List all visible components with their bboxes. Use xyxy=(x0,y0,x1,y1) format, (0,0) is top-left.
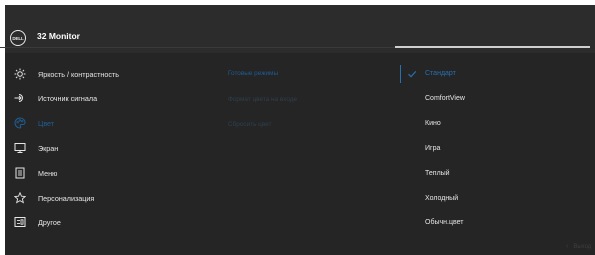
option-game[interactable]: Игра xyxy=(425,145,440,152)
input-source-icon xyxy=(14,92,26,104)
option-cool[interactable]: Холодный xyxy=(425,195,458,202)
menu-item-label: Яркость / контрастность xyxy=(38,69,119,79)
option-warm[interactable]: Теплый xyxy=(425,170,450,177)
checkmark-icon xyxy=(408,70,417,78)
color-palette-icon xyxy=(14,117,26,129)
menu-item-label: Другое xyxy=(38,217,61,227)
submenu-input-color-format[interactable]: Формат цвета на входе xyxy=(228,96,297,103)
submenu-preset-modes[interactable]: Готовые режимы xyxy=(228,70,278,77)
dell-logo: DELL xyxy=(10,30,26,46)
menu-item-personalize[interactable]: Персонализация xyxy=(14,191,214,205)
submenu-reset-color[interactable]: Сбросить цвет xyxy=(228,121,271,128)
header-divider-highlight xyxy=(395,46,590,48)
option-comfortview[interactable]: ComfortView xyxy=(425,95,465,102)
other-icon xyxy=(14,216,26,228)
exit-button[interactable]: ‹ Выход xyxy=(566,243,591,250)
menu-item-input-source[interactable]: Источник сигнала xyxy=(14,91,214,105)
menu-icon xyxy=(14,167,26,179)
menu-item-label: Источник сигнала xyxy=(38,93,98,103)
chevron-left-icon: ‹ xyxy=(566,243,569,250)
menu-item-color[interactable]: Цвет xyxy=(14,116,214,130)
menu-item-label: Цвет xyxy=(38,118,55,128)
menu-item-display[interactable]: Экран xyxy=(14,141,214,155)
menu-item-menu[interactable]: Меню xyxy=(14,166,214,180)
option-standard[interactable]: Стандарт xyxy=(425,70,456,77)
option-movie[interactable]: Кино xyxy=(425,120,441,127)
menu-item-label: Персонализация xyxy=(38,193,95,203)
selection-indicator xyxy=(400,65,401,83)
menu-item-other[interactable]: Другое xyxy=(14,215,214,229)
menu-item-label: Экран xyxy=(38,143,59,153)
brightness-icon xyxy=(14,68,26,80)
menu-item-label: Меню xyxy=(38,168,58,178)
menu-item-brightness-contrast[interactable]: Яркость / контрастность xyxy=(14,67,214,81)
exit-label: Выход xyxy=(573,243,592,250)
logo-text: DELL xyxy=(12,35,24,41)
display-icon xyxy=(14,142,26,154)
star-icon xyxy=(14,192,26,204)
option-custom-color[interactable]: Обычн.цвет xyxy=(425,219,463,226)
monitor-title: 32 Monitor xyxy=(37,31,80,41)
